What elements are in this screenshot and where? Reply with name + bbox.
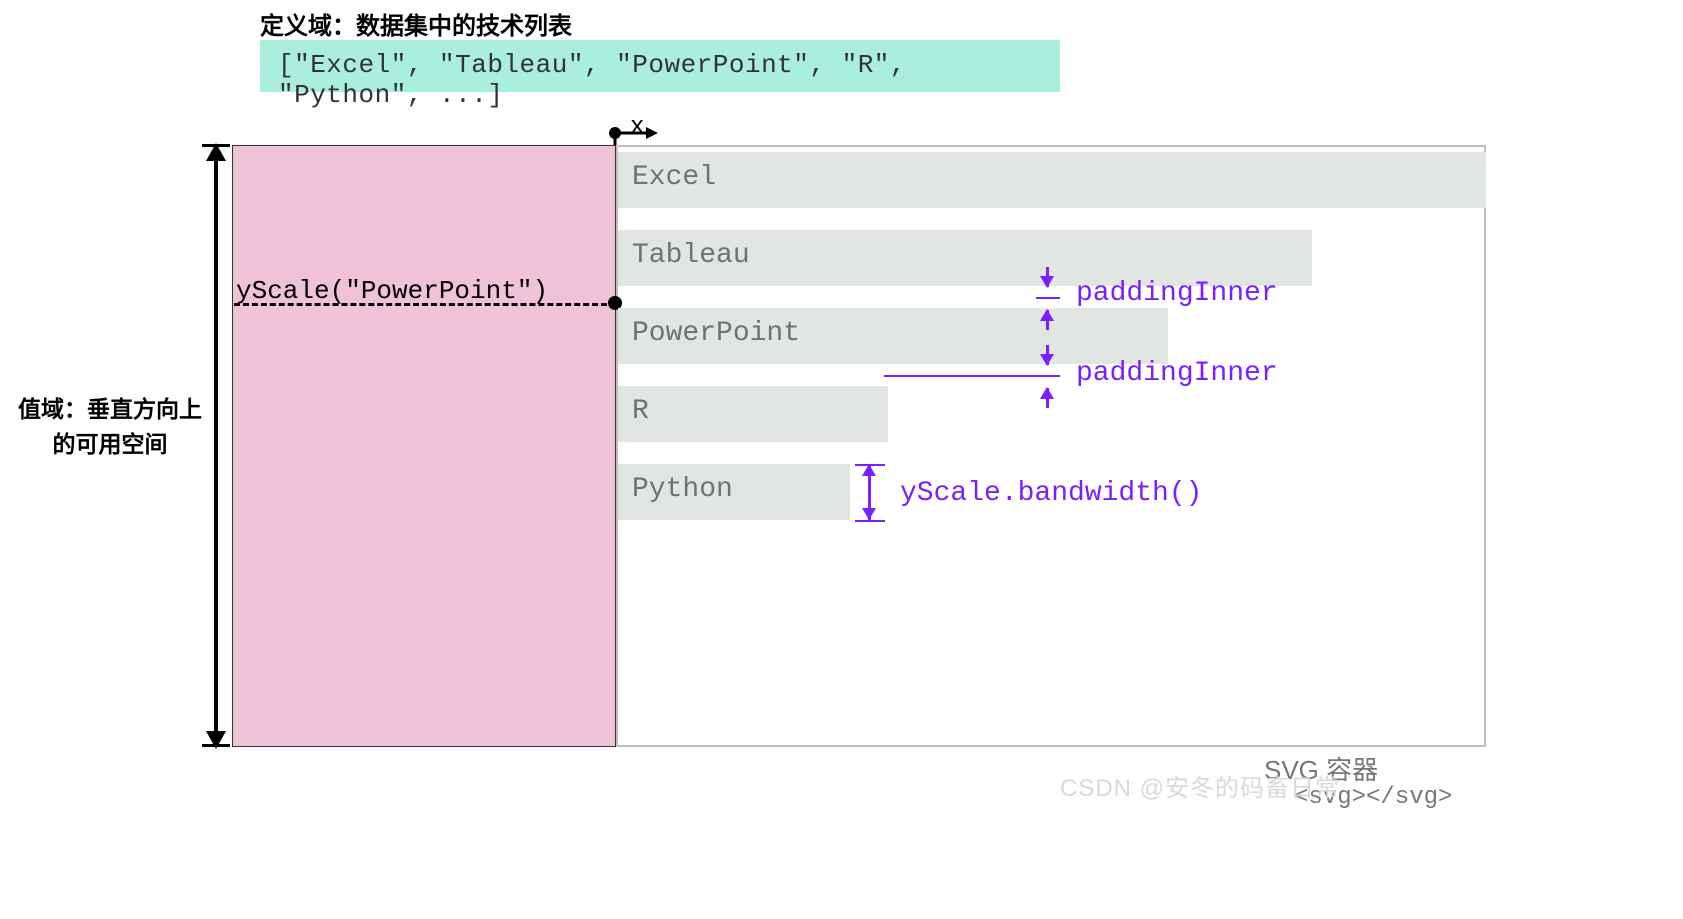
range-label-line1: 值域：垂直方向上	[18, 396, 202, 422]
yscale-dashed-line	[234, 303, 616, 306]
bar-powerpoint: PowerPoint	[618, 308, 1168, 364]
bar-r: R	[618, 386, 888, 442]
range-arrow-cap-bottom	[202, 744, 230, 747]
domain-list: ["Excel", "Tableau", "PowerPoint", "R", …	[260, 40, 1060, 92]
range-label-line2: 的可用空间	[53, 431, 168, 457]
axis-x-label: x	[630, 114, 644, 141]
range-panel	[232, 145, 616, 747]
range-label: 值域：垂直方向上 的可用空间	[12, 392, 208, 461]
range-arrow	[214, 145, 218, 747]
yscale-call-label: yScale("PowerPoint")	[236, 276, 548, 306]
paddinginner-label-1: paddingInner	[1076, 278, 1278, 309]
paddinginner-arrow-2-down	[1046, 345, 1049, 365]
watermark: CSDN @安冬的码畜日常	[1060, 768, 1340, 803]
paddinginner-arrow-2-up	[1046, 388, 1049, 408]
paddinginner-label-2: paddingInner	[1076, 358, 1278, 389]
bandwidth-cap-bottom	[855, 520, 885, 522]
bandwidth-arrow	[868, 464, 871, 520]
paddinginner-arrow-1-down	[1046, 267, 1049, 287]
paddinginner-line-2	[884, 375, 1060, 377]
paddinginner-line-1	[1036, 297, 1060, 299]
bar-excel: Excel	[618, 152, 1486, 208]
paddinginner-arrow-1-up	[1046, 310, 1049, 330]
bar-python: Python	[618, 464, 850, 520]
domain-heading: 定义域：数据集中的技术列表	[260, 6, 572, 41]
bandwidth-label: yScale.bandwidth()	[900, 478, 1202, 509]
